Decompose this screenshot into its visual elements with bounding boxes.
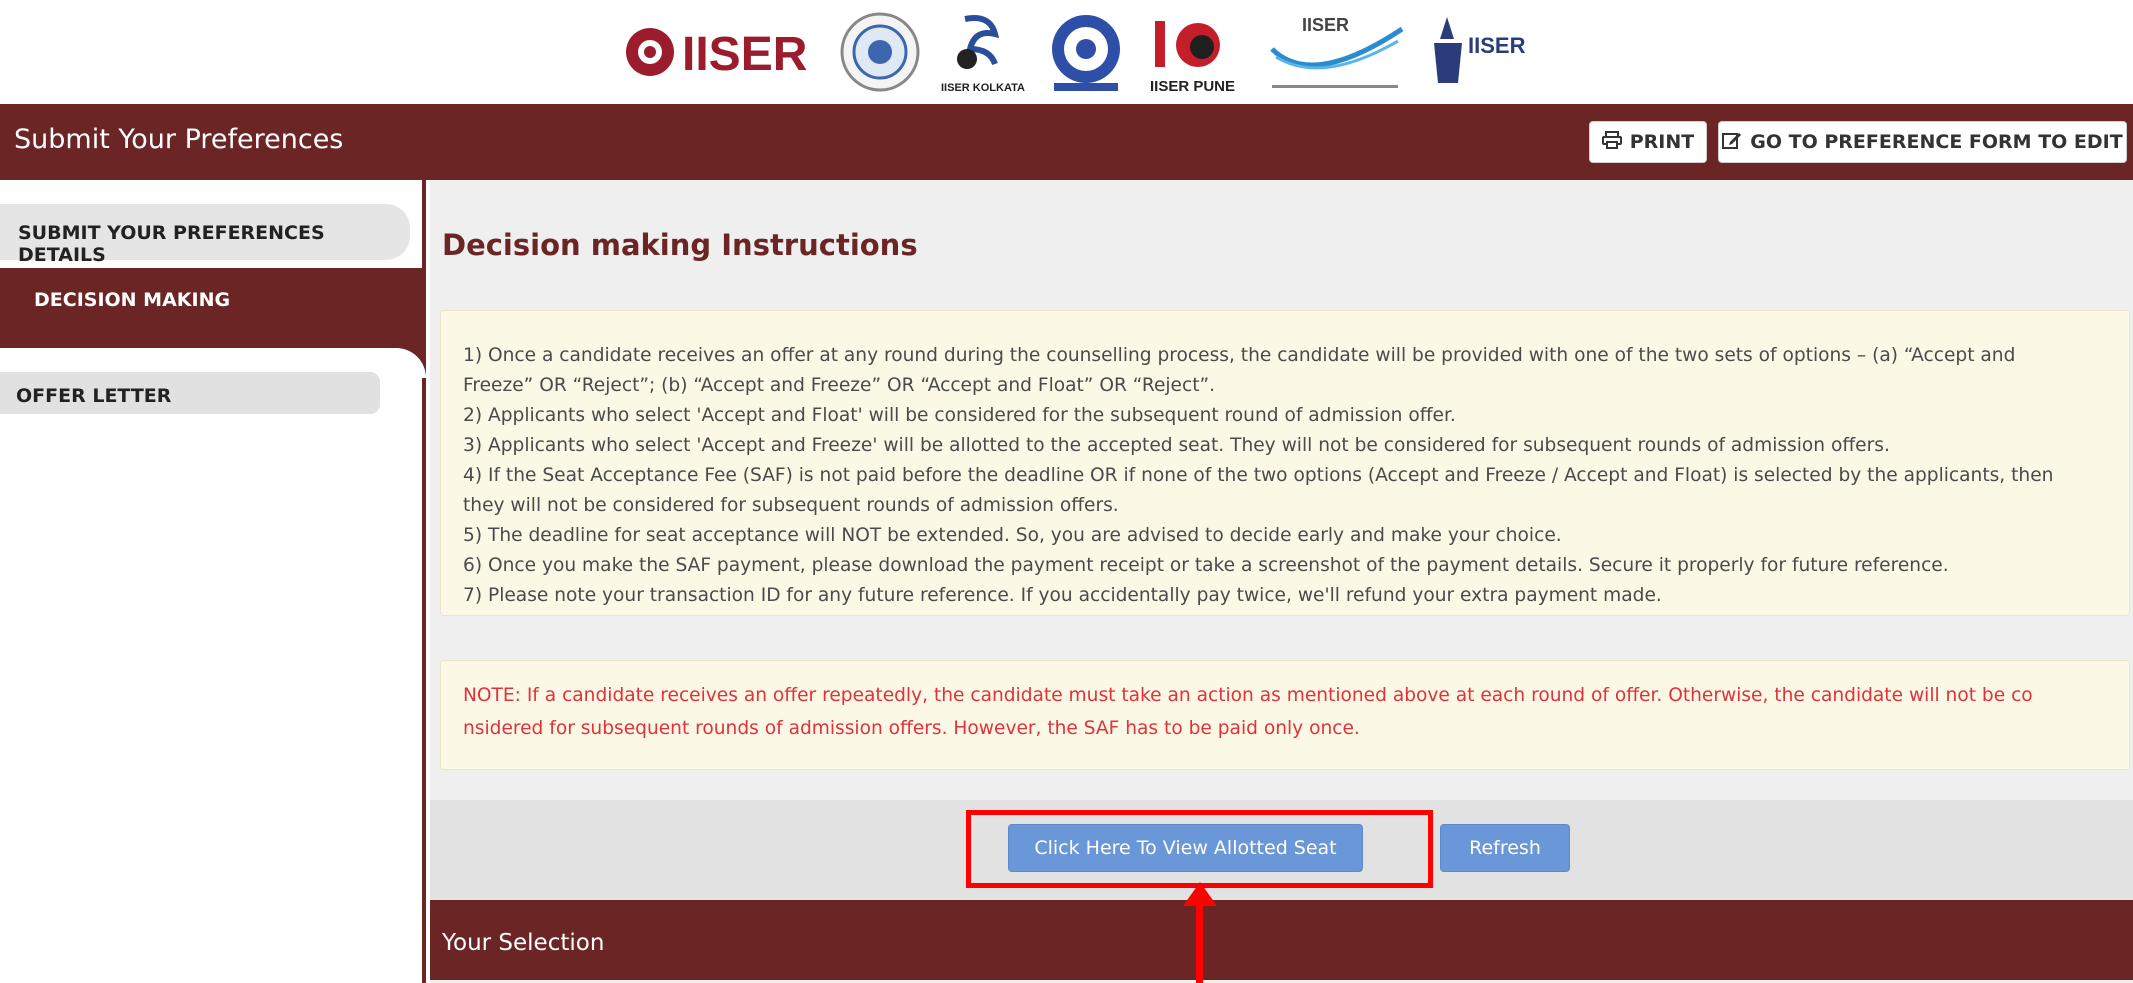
print-button[interactable]: PRINT bbox=[1589, 121, 1707, 163]
iiser-kolkata-logo: IISER KOLKATA bbox=[935, 8, 1035, 96]
sidebar-item-decision-making[interactable]: DECISION MAKING bbox=[0, 268, 426, 348]
seal-logo-2 bbox=[1043, 8, 1129, 96]
instruction-line: Freeze” OR “Reject”; (b) “Accept and Fre… bbox=[463, 375, 1216, 396]
note-line: nsidered for subsequent rounds of admiss… bbox=[463, 718, 1360, 739]
iiser-tirupati-logo: IISER bbox=[1422, 8, 1532, 96]
instruction-line: 1) Once a candidate receives an offer at… bbox=[463, 345, 2016, 366]
instruction-line: 4) If the Seat Acceptance Fee (SAF) is n… bbox=[463, 465, 2054, 486]
annotation-highlight-box bbox=[966, 810, 1433, 888]
sidebar: SUBMIT YOUR PREFERENCES DETAILS DECISION… bbox=[0, 180, 426, 983]
iiser-berhampur-logo: IISER bbox=[620, 8, 830, 96]
your-selection-header: Your Selection bbox=[430, 900, 2133, 980]
iiser-tvm-text: IISER bbox=[1302, 15, 1349, 35]
instructions-box: 1) Once a candidate receives an offer at… bbox=[440, 310, 2130, 616]
print-label: PRINT bbox=[1629, 131, 1695, 153]
instruction-line: 5) The deadline for seat acceptance will… bbox=[463, 525, 1562, 546]
logo-strip: IISER IISER KOLKATA IISER PUNE IISER IIS… bbox=[0, 0, 2133, 104]
page-title: Submit Your Preferences bbox=[14, 124, 344, 155]
seal-logo-1 bbox=[835, 8, 925, 96]
instruction-line: 7) Please note your transaction ID for a… bbox=[463, 585, 1662, 606]
annotation-arrow-shaft bbox=[1196, 898, 1203, 983]
iiser-pune-text: IISER PUNE bbox=[1150, 78, 1235, 95]
note-line: NOTE: If a candidate receives an offer r… bbox=[463, 685, 2033, 706]
instruction-line: they will not be considered for subseque… bbox=[463, 495, 1119, 516]
section-title: Decision making Instructions bbox=[442, 228, 918, 262]
instruction-line: 6) Once you make the SAF payment, please… bbox=[463, 555, 1949, 576]
instruction-line: 2) Applicants who select 'Accept and Flo… bbox=[463, 405, 1456, 426]
edit-icon bbox=[1722, 131, 1742, 154]
header-bar: Submit Your Preferences PRINT GO TO PREF… bbox=[0, 104, 2133, 180]
refresh-button[interactable]: Refresh bbox=[1440, 824, 1570, 872]
note-box: NOTE: If a candidate receives an offer r… bbox=[440, 660, 2130, 770]
instruction-line: 3) Applicants who select 'Accept and Fre… bbox=[463, 435, 1890, 456]
sidebar-item-offer-letter[interactable]: OFFER LETTER bbox=[0, 372, 380, 414]
your-selection-title: Your Selection bbox=[442, 930, 605, 956]
edit-label: GO TO PREFERENCE FORM TO EDIT bbox=[1750, 131, 2123, 153]
sidebar-item-submit-preferences-details[interactable]: SUBMIT YOUR PREFERENCES DETAILS bbox=[0, 204, 410, 266]
iiser-tirupati-text: IISER bbox=[1468, 33, 1526, 58]
iiser-pune-logo: IISER PUNE bbox=[1140, 8, 1250, 96]
iiser-kolkata-text: IISER KOLKATA bbox=[941, 82, 1025, 94]
iiser-tvm-logo: IISER bbox=[1262, 8, 1412, 96]
print-icon bbox=[1601, 130, 1622, 154]
iiser-berhampur-text: IISER bbox=[682, 28, 807, 81]
go-to-preference-form-button[interactable]: GO TO PREFERENCE FORM TO EDIT bbox=[1718, 121, 2127, 163]
